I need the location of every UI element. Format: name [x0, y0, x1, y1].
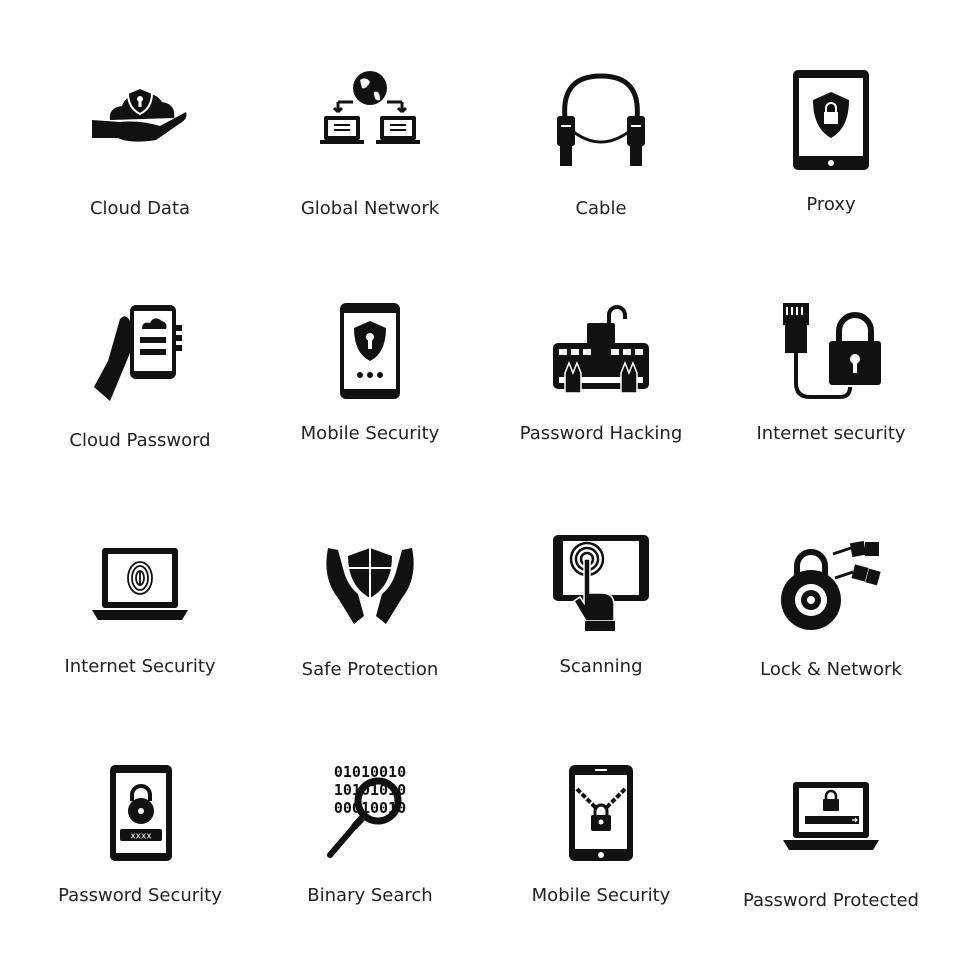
icon-tile-password-protected: Password Protected: [716, 770, 946, 970]
icon-label: Cable: [575, 198, 627, 219]
icon-tile-cloud-password: Cloud Password: [25, 303, 255, 503]
hand-phone-login-icon: [94, 305, 182, 401]
laptop-lock-password-icon: [783, 782, 879, 850]
laptop-fingerprint-icon: [92, 548, 188, 620]
icon-tile-binary-search: 01010010 10101010 00010010 Binary Search: [255, 765, 485, 965]
icon-label: Password Hacking: [519, 423, 683, 444]
icon-label: Mobile Security: [300, 423, 440, 444]
icon-label: Scanning: [559, 656, 643, 677]
icon-label: Cloud Password: [69, 430, 211, 451]
keyboard-unlock-icon: [553, 305, 649, 394]
phone-chain-lock-icon: [569, 765, 633, 861]
icon-label: Cloud Data: [89, 198, 191, 219]
globe-laptops-icon: [320, 71, 420, 144]
svg-text:xxxx: xxxx: [130, 832, 152, 842]
combination-lock-network-icon: [781, 540, 881, 630]
icon-label: Internet security: [756, 423, 906, 444]
icon-tile-cloud-data: Cloud Data: [25, 70, 255, 270]
icon-label: Global Network: [300, 198, 440, 219]
icon-tile-password-hacking: Password Hacking: [486, 303, 716, 503]
icon-tile-password-security: xxxx Password Security: [25, 765, 255, 965]
icon-tile-mobile-security: Mobile Security: [255, 303, 485, 503]
icon-label: Proxy: [806, 194, 856, 215]
icon-tile-safe-protection: Safe Protection: [255, 538, 485, 738]
icon-tile-global-network: Global Network: [255, 70, 485, 270]
icon-tile-internet-security: Internet security: [716, 303, 946, 503]
icon-label: Safe Protection: [301, 659, 439, 680]
icon-label: Password Security: [58, 885, 222, 906]
icon-label: Binary Search: [307, 885, 433, 906]
tablet-shield-icon: [793, 70, 869, 170]
binary-line-1: 01010010: [334, 765, 406, 781]
phone-padlock-password-icon: xxxx: [110, 765, 172, 861]
icon-label: Lock & Network: [760, 659, 902, 680]
icon-tile-proxy: Proxy: [716, 70, 946, 270]
hands-shield-icon: [326, 548, 414, 624]
cloud-shield-hand-icon: [92, 86, 187, 142]
icon-tile-mobile-security-chain: Mobile Security: [486, 765, 716, 965]
binary-magnifier-icon: 01010010 10101010 00010010: [327, 765, 406, 858]
phone-shield-icon: [340, 303, 400, 399]
icon-label: Password Protected: [743, 890, 919, 911]
tablet-touch-icon: [553, 535, 649, 631]
cable-icon: [557, 73, 645, 166]
icon-label: Mobile Security: [531, 885, 671, 906]
ethernet-padlock-icon: [783, 303, 881, 399]
icon-tile-cable: Cable: [486, 70, 716, 270]
icon-label: Internet Security: [64, 656, 216, 677]
icon-tile-scanning: Scanning: [486, 535, 716, 735]
icon-tile-lock-network: Lock & Network: [716, 538, 946, 738]
icon-tile-internet-security-laptop: Internet Security: [25, 538, 255, 738]
